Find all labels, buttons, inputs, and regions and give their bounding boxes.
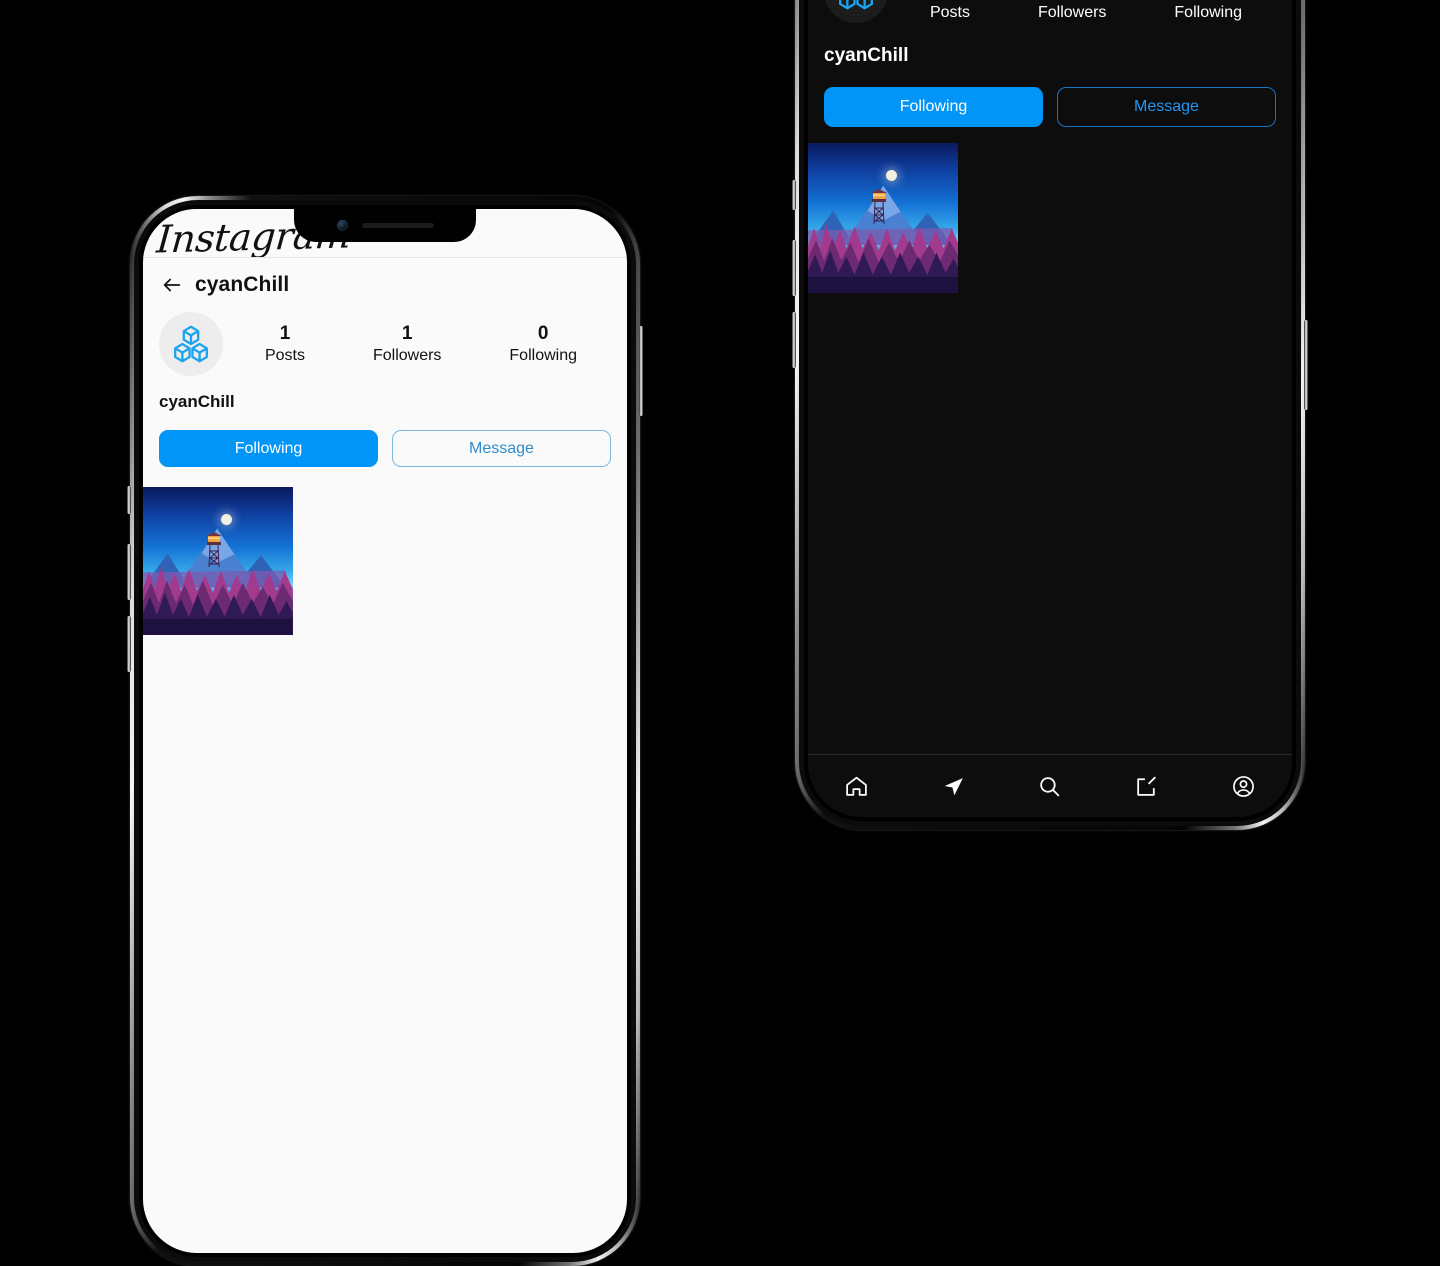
posts-grid-left xyxy=(143,467,627,635)
forest-left xyxy=(143,567,293,635)
phone-left: Instagram cyanChill 1 Posts 1 Followers … xyxy=(127,196,643,1266)
stat-following-right[interactable]: Following xyxy=(1174,3,1242,23)
volume-up-left[interactable] xyxy=(127,544,131,600)
stats-right: Posts Followers Following xyxy=(888,3,1276,23)
search-icon xyxy=(1040,776,1060,796)
stat-posts-left[interactable]: 1 Posts xyxy=(265,322,305,366)
stat-followers-left[interactable]: 1 Followers xyxy=(373,322,441,366)
stat-followers-value: 1 xyxy=(401,323,413,345)
stat-posts-label-right: Posts xyxy=(929,4,970,21)
following-button-right[interactable]: Following xyxy=(824,87,1043,127)
phone-right-screen: Posts Followers Following cyanChill Foll… xyxy=(808,0,1292,817)
profile-actions-left: Following Message xyxy=(143,412,627,467)
volume-down-right[interactable] xyxy=(792,312,796,368)
stat-followers-label: Followers xyxy=(372,346,442,364)
bottom-nav-right xyxy=(808,754,1292,817)
profile-header-left: cyanChill xyxy=(143,258,627,304)
compose-icon xyxy=(1137,775,1157,796)
stat-following-value: 0 xyxy=(537,323,549,345)
stat-following-left[interactable]: 0 Following xyxy=(509,322,577,366)
notch-left xyxy=(294,209,476,242)
stat-following-label: Following xyxy=(509,346,577,364)
home-icon xyxy=(846,776,867,796)
nav-search-right[interactable] xyxy=(1030,766,1070,806)
firewatch-illustration-right xyxy=(808,143,958,293)
mute-switch-left[interactable] xyxy=(127,486,131,514)
stat-posts-right[interactable]: Posts xyxy=(930,3,970,23)
post-thumbnail-right[interactable] xyxy=(808,143,958,293)
stat-followers-right[interactable]: Followers xyxy=(1038,3,1106,23)
display-name-left: cyanChill xyxy=(159,392,235,411)
phone-left-screen: Instagram cyanChill 1 Posts 1 Followers … xyxy=(143,209,627,1253)
back-button[interactable] xyxy=(159,272,185,298)
stat-followers-label-right: Followers xyxy=(1037,4,1107,21)
avatar-left[interactable] xyxy=(159,312,223,376)
page-title: cyanChill xyxy=(195,273,290,296)
volume-up-right[interactable] xyxy=(792,240,796,296)
following-button[interactable]: Following xyxy=(159,430,378,467)
stats-left: 1 Posts 1 Followers 0 Following xyxy=(223,322,611,366)
power-button-left[interactable] xyxy=(639,326,643,416)
cubes-icon xyxy=(174,325,208,363)
profile-icon xyxy=(1233,775,1254,797)
message-button-right[interactable]: Message xyxy=(1057,87,1276,127)
nav-home-right[interactable] xyxy=(836,766,876,806)
post-thumbnail-left[interactable] xyxy=(143,487,293,635)
nav-direct-right[interactable] xyxy=(933,766,973,806)
earpiece-speaker xyxy=(361,223,434,228)
power-button-right[interactable] xyxy=(1304,320,1308,410)
stat-following-label-right: Following xyxy=(1174,4,1242,21)
nav-create-right[interactable] xyxy=(1127,766,1167,806)
message-button[interactable]: Message xyxy=(392,430,611,467)
phone-right: Posts Followers Following cyanChill Foll… xyxy=(792,0,1308,830)
send-icon xyxy=(944,777,963,795)
stat-posts-label: Posts xyxy=(264,346,305,364)
firewatch-illustration-left xyxy=(143,487,293,635)
nav-profile-right[interactable] xyxy=(1224,766,1264,806)
back-arrow-icon xyxy=(163,278,181,292)
display-name-right: cyanChill xyxy=(824,45,909,66)
cubes-icon xyxy=(839,0,873,10)
forest-right xyxy=(808,224,958,293)
volume-down-left[interactable] xyxy=(127,616,131,672)
stat-posts-value: 1 xyxy=(279,323,291,345)
profile-stats-row-right: Posts Followers Following xyxy=(808,0,1292,23)
profile-actions-right: Following Message xyxy=(808,67,1292,127)
profile-stats-row-left: 1 Posts 1 Followers 0 Following xyxy=(143,304,627,376)
front-camera-icon xyxy=(336,220,348,231)
mute-switch-right[interactable] xyxy=(792,180,796,210)
posts-grid-right xyxy=(808,127,1292,293)
avatar-right[interactable] xyxy=(824,0,888,23)
